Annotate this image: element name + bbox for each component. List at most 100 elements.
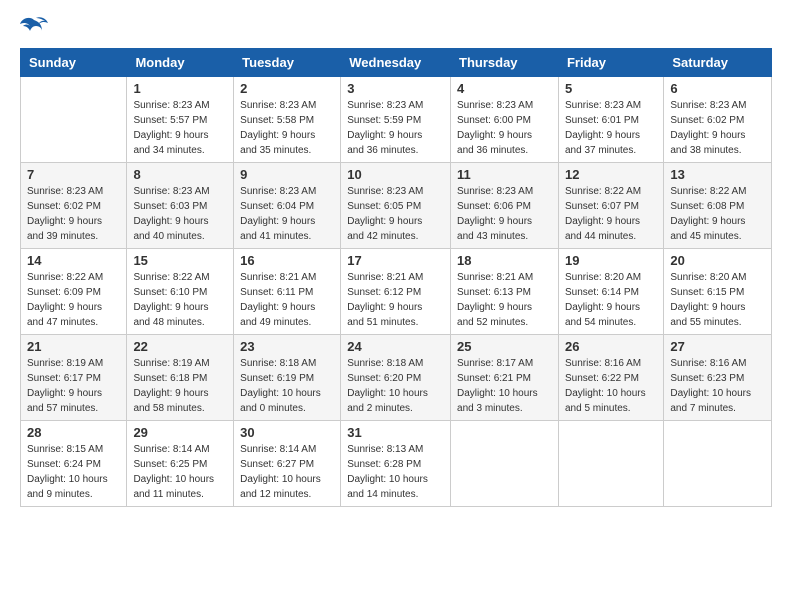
day-info: Sunrise: 8:23 AMSunset: 6:04 PMDaylight:… [240, 184, 334, 244]
day-number: 15 [133, 253, 227, 268]
day-number: 28 [27, 425, 120, 440]
calendar-cell: 29Sunrise: 8:14 AMSunset: 6:25 PMDayligh… [127, 421, 234, 507]
weekday-header-monday: Monday [127, 49, 234, 77]
day-info: Sunrise: 8:23 AMSunset: 6:02 PMDaylight:… [670, 98, 765, 158]
calendar-cell: 23 Sunrise: 8:18 AMSunset: 6:19 PMDayligh… [234, 335, 341, 421]
day-number: 21 [27, 339, 120, 354]
day-number: 2 [240, 81, 334, 96]
calendar-cell [558, 421, 663, 507]
calendar-cell: 13Sunrise: 8:22 AMSunset: 6:08 PMDayligh… [664, 163, 772, 249]
day-info: Sunrise: 8:18 AMSunset: 6:19 PMDaylight:… [240, 356, 334, 416]
weekday-header-saturday: Saturday [664, 49, 772, 77]
day-info: Sunrise: 8:22 AMSunset: 6:09 PMDaylight:… [27, 270, 120, 330]
weekday-header-wednesday: Wednesday [341, 49, 451, 77]
weekday-header-sunday: Sunday [21, 49, 127, 77]
calendar-cell: 11 Sunrise: 8:23 AMSunset: 6:06 PMDayligh… [451, 163, 559, 249]
day-info: Sunrise: 8:19 AMSunset: 6:18 PMDaylight:… [133, 356, 227, 416]
day-info: Sunrise: 8:13 AMSunset: 6:28 PMDaylight:… [347, 442, 444, 502]
calendar-week-row: 14 Sunrise: 8:22 AMSunset: 6:09 PMDayligh… [21, 249, 772, 335]
calendar-cell: 24Sunrise: 8:18 AMSunset: 6:20 PMDayligh… [341, 335, 451, 421]
logo-bird-icon [20, 16, 48, 38]
day-info: Sunrise: 8:19 AMSunset: 6:17 PMDaylight:… [27, 356, 120, 416]
day-info: Sunrise: 8:22 AMSunset: 6:10 PMDaylight:… [133, 270, 227, 330]
day-number: 30 [240, 425, 334, 440]
calendar-cell: 15 Sunrise: 8:22 AMSunset: 6:10 PMDayligh… [127, 249, 234, 335]
calendar-cell: 2 Sunrise: 8:23 AMSunset: 5:58 PMDaylight… [234, 77, 341, 163]
day-info: Sunrise: 8:18 AMSunset: 6:20 PMDaylight:… [347, 356, 444, 416]
day-info: Sunrise: 8:14 AMSunset: 6:25 PMDaylight:… [133, 442, 227, 502]
calendar-week-row: 7 Sunrise: 8:23 AMSunset: 6:02 PMDaylight… [21, 163, 772, 249]
day-info: Sunrise: 8:23 AMSunset: 6:00 PMDaylight:… [457, 98, 552, 158]
day-number: 12 [565, 167, 657, 182]
calendar-cell: 8 Sunrise: 8:23 AMSunset: 6:03 PMDaylight… [127, 163, 234, 249]
day-info: Sunrise: 8:14 AMSunset: 6:27 PMDaylight:… [240, 442, 334, 502]
calendar-table: SundayMondayTuesdayWednesdayThursdayFrid… [20, 48, 772, 507]
day-number: 8 [133, 167, 227, 182]
calendar-cell: 6Sunrise: 8:23 AMSunset: 6:02 PMDaylight… [664, 77, 772, 163]
calendar-week-row: 28 Sunrise: 8:15 AMSunset: 6:24 PMDayligh… [21, 421, 772, 507]
day-info: Sunrise: 8:21 AMSunset: 6:11 PMDaylight:… [240, 270, 334, 330]
calendar-cell: 26Sunrise: 8:16 AMSunset: 6:22 PMDayligh… [558, 335, 663, 421]
day-info: Sunrise: 8:23 AMSunset: 5:58 PMDaylight:… [240, 98, 334, 158]
day-number: 17 [347, 253, 444, 268]
day-number: 23 [240, 339, 334, 354]
calendar-week-row: 1 Sunrise: 8:23 AMSunset: 5:57 PMDaylight… [21, 77, 772, 163]
day-info: Sunrise: 8:17 AMSunset: 6:21 PMDaylight:… [457, 356, 552, 416]
calendar-cell: 4 Sunrise: 8:23 AMSunset: 6:00 PMDaylight… [451, 77, 559, 163]
day-info: Sunrise: 8:20 AMSunset: 6:14 PMDaylight:… [565, 270, 657, 330]
page-header [20, 16, 772, 38]
calendar-cell [664, 421, 772, 507]
day-number: 27 [670, 339, 765, 354]
day-info: Sunrise: 8:21 AMSunset: 6:13 PMDaylight:… [457, 270, 552, 330]
calendar-cell [21, 77, 127, 163]
weekday-header-friday: Friday [558, 49, 663, 77]
calendar-week-row: 21 Sunrise: 8:19 AMSunset: 6:17 PMDayligh… [21, 335, 772, 421]
day-info: Sunrise: 8:15 AMSunset: 6:24 PMDaylight:… [27, 442, 120, 502]
weekday-header-tuesday: Tuesday [234, 49, 341, 77]
day-info: Sunrise: 8:23 AMSunset: 6:05 PMDaylight:… [347, 184, 444, 244]
day-number: 7 [27, 167, 120, 182]
calendar-cell: 20Sunrise: 8:20 AMSunset: 6:15 PMDayligh… [664, 249, 772, 335]
day-info: Sunrise: 8:22 AMSunset: 6:08 PMDaylight:… [670, 184, 765, 244]
day-info: Sunrise: 8:23 AMSunset: 5:57 PMDaylight:… [133, 98, 227, 158]
day-number: 1 [133, 81, 227, 96]
day-info: Sunrise: 8:23 AMSunset: 6:03 PMDaylight:… [133, 184, 227, 244]
day-number: 31 [347, 425, 444, 440]
calendar-cell: 28 Sunrise: 8:15 AMSunset: 6:24 PMDayligh… [21, 421, 127, 507]
calendar-cell: 17Sunrise: 8:21 AMSunset: 6:12 PMDayligh… [341, 249, 451, 335]
day-number: 16 [240, 253, 334, 268]
day-info: Sunrise: 8:23 AMSunset: 5:59 PMDaylight:… [347, 98, 444, 158]
calendar-cell: 21 Sunrise: 8:19 AMSunset: 6:17 PMDayligh… [21, 335, 127, 421]
calendar-cell: 18 Sunrise: 8:21 AMSunset: 6:13 PMDayligh… [451, 249, 559, 335]
calendar-cell: 14 Sunrise: 8:22 AMSunset: 6:09 PMDayligh… [21, 249, 127, 335]
day-info: Sunrise: 8:23 AMSunset: 6:06 PMDaylight:… [457, 184, 552, 244]
calendar-cell: 25Sunrise: 8:17 AMSunset: 6:21 PMDayligh… [451, 335, 559, 421]
day-number: 3 [347, 81, 444, 96]
calendar-cell: 19Sunrise: 8:20 AMSunset: 6:14 PMDayligh… [558, 249, 663, 335]
calendar-cell: 5 Sunrise: 8:23 AMSunset: 6:01 PMDaylight… [558, 77, 663, 163]
day-number: 5 [565, 81, 657, 96]
logo [20, 16, 52, 38]
calendar-cell: 3 Sunrise: 8:23 AMSunset: 5:59 PMDaylight… [341, 77, 451, 163]
day-info: Sunrise: 8:23 AMSunset: 6:01 PMDaylight:… [565, 98, 657, 158]
calendar-cell: 27Sunrise: 8:16 AMSunset: 6:23 PMDayligh… [664, 335, 772, 421]
day-number: 26 [565, 339, 657, 354]
day-info: Sunrise: 8:23 AMSunset: 6:02 PMDaylight:… [27, 184, 120, 244]
calendar-cell [451, 421, 559, 507]
day-number: 11 [457, 167, 552, 182]
calendar-cell: 16 Sunrise: 8:21 AMSunset: 6:11 PMDayligh… [234, 249, 341, 335]
calendar-cell: 7 Sunrise: 8:23 AMSunset: 6:02 PMDaylight… [21, 163, 127, 249]
calendar-cell: 31 Sunrise: 8:13 AMSunset: 6:28 PMDayligh… [341, 421, 451, 507]
calendar-cell: 30 Sunrise: 8:14 AMSunset: 6:27 PMDayligh… [234, 421, 341, 507]
weekday-header-row: SundayMondayTuesdayWednesdayThursdayFrid… [21, 49, 772, 77]
day-number: 4 [457, 81, 552, 96]
calendar-cell: 1 Sunrise: 8:23 AMSunset: 5:57 PMDaylight… [127, 77, 234, 163]
day-number: 9 [240, 167, 334, 182]
weekday-header-thursday: Thursday [451, 49, 559, 77]
day-number: 14 [27, 253, 120, 268]
day-number: 18 [457, 253, 552, 268]
calendar-cell: 10 Sunrise: 8:23 AMSunset: 6:05 PMDayligh… [341, 163, 451, 249]
day-number: 10 [347, 167, 444, 182]
calendar-cell: 12Sunrise: 8:22 AMSunset: 6:07 PMDayligh… [558, 163, 663, 249]
calendar-cell: 9 Sunrise: 8:23 AMSunset: 6:04 PMDaylight… [234, 163, 341, 249]
